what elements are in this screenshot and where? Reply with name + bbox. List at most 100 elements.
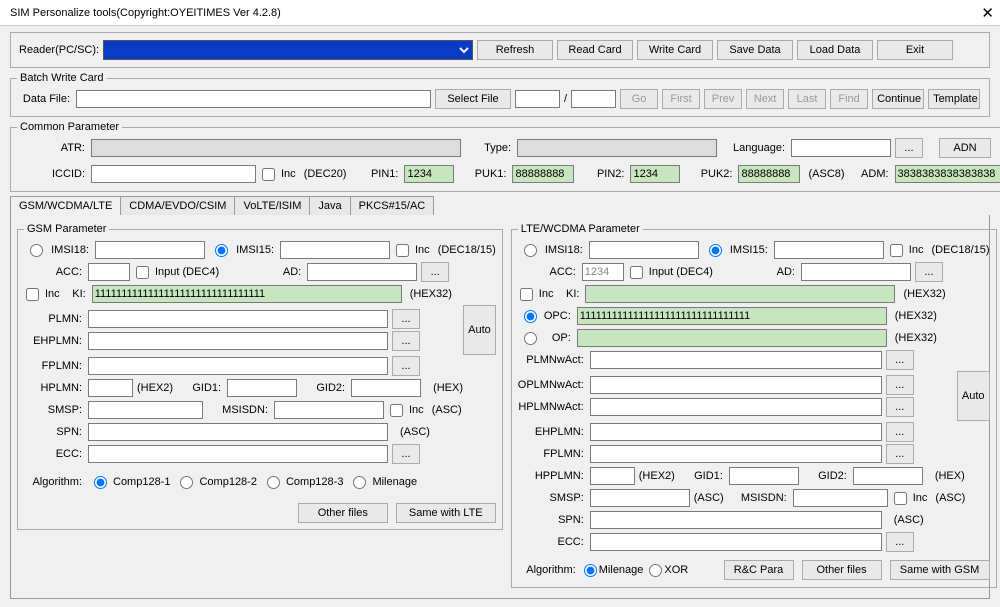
lte-other-files-button[interactable]: Other files: [802, 560, 882, 580]
lte-rc-para-button[interactable]: R&C Para: [724, 560, 794, 580]
lte-same-with-gsm-button[interactable]: Same with GSM: [890, 560, 990, 580]
go-button[interactable]: Go: [620, 89, 658, 109]
gsm-other-files-button[interactable]: Other files: [298, 503, 388, 523]
gsm-ad-input[interactable]: [307, 263, 417, 281]
lte-oplmnwact-dots-button[interactable]: ...: [886, 375, 914, 395]
lte-alg-milenage-radio[interactable]: [584, 564, 597, 577]
gsm-msisdn-input[interactable]: [274, 401, 384, 419]
puk2-input[interactable]: [738, 165, 800, 183]
lte-imsi-inc-checkbox[interactable]: [890, 244, 903, 257]
pin2-input[interactable]: [630, 165, 680, 183]
tab-volte-isim[interactable]: VoLTE/ISIM: [234, 196, 310, 215]
load-data-button[interactable]: Load Data: [797, 40, 873, 60]
lte-ki-input[interactable]: [585, 285, 895, 303]
gsm-imsi-inc-checkbox[interactable]: [396, 244, 409, 257]
exit-button[interactable]: Exit: [877, 40, 953, 60]
read-card-button[interactable]: Read Card: [557, 40, 633, 60]
gsm-imsi15-input[interactable]: [280, 241, 390, 259]
language-dots-button[interactable]: ...: [895, 138, 923, 158]
next-button[interactable]: Next: [746, 89, 784, 109]
gsm-imsi18-radio[interactable]: [30, 244, 43, 257]
data-file-input[interactable]: [76, 90, 431, 108]
reader-select[interactable]: [103, 40, 473, 60]
tab-java[interactable]: Java: [309, 196, 350, 215]
continue-button[interactable]: Continue: [872, 89, 924, 109]
gsm-plmn-dots-button[interactable]: ...: [392, 309, 420, 329]
tab-cdma-evdo-csim[interactable]: CDMA/EVDO/CSIM: [120, 196, 235, 215]
lte-auto-button[interactable]: Auto: [957, 371, 990, 421]
lte-fplmn-input[interactable]: [590, 445, 882, 463]
lte-ki-inc-checkbox[interactable]: [520, 288, 533, 301]
gsm-ehplmn-input[interactable]: [88, 332, 388, 350]
lte-spn-input[interactable]: [590, 511, 882, 529]
lte-oplmnwact-input[interactable]: [590, 376, 882, 394]
batch-pos-input[interactable]: [515, 90, 560, 108]
template-button[interactable]: Template: [928, 89, 980, 109]
puk1-input[interactable]: [512, 165, 574, 183]
gsm-same-with-lte-button[interactable]: Same with LTE: [396, 503, 496, 523]
lte-imsi18-radio[interactable]: [524, 244, 537, 257]
lte-input-dec4-checkbox[interactable]: [630, 266, 643, 279]
iccid-input[interactable]: [91, 165, 256, 183]
gsm-alg-comp128-2-radio[interactable]: [180, 476, 193, 489]
lte-imsi15-input[interactable]: [774, 241, 884, 259]
gsm-ki-input[interactable]: [92, 285, 402, 303]
tab-gsm-wcdma-lte[interactable]: GSM/WCDMA/LTE: [10, 196, 121, 215]
gsm-ad-dots-button[interactable]: ...: [421, 262, 449, 282]
adm-input[interactable]: [895, 165, 1000, 183]
lte-ad-dots-button[interactable]: ...: [915, 262, 943, 282]
lte-ehplmn-input[interactable]: [590, 423, 882, 441]
first-button[interactable]: First: [662, 89, 700, 109]
lte-op-radio[interactable]: [524, 332, 537, 345]
lte-imsi15-radio[interactable]: [709, 244, 722, 257]
gsm-spn-input[interactable]: [88, 423, 388, 441]
gsm-fplmn-input[interactable]: [88, 357, 388, 375]
lte-ecc-dots-button[interactable]: ...: [886, 532, 914, 552]
lte-opc-input[interactable]: [577, 307, 887, 325]
lte-plmnwact-input[interactable]: [590, 351, 882, 369]
adn-button[interactable]: ADN: [939, 138, 991, 158]
save-data-button[interactable]: Save Data: [717, 40, 793, 60]
gsm-plmn-input[interactable]: [88, 310, 388, 328]
gsm-hplmn-input[interactable]: [88, 379, 133, 397]
lte-gid2-input[interactable]: [853, 467, 923, 485]
gsm-auto-button[interactable]: Auto: [463, 305, 496, 355]
lte-plmnwact-dots-button[interactable]: ...: [886, 350, 914, 370]
gsm-ecc-input[interactable]: [88, 445, 388, 463]
iccid-inc-checkbox[interactable]: [262, 168, 275, 181]
find-button[interactable]: Find: [830, 89, 868, 109]
gsm-alg-comp128-3-radio[interactable]: [267, 476, 280, 489]
gsm-ki-inc-checkbox[interactable]: [26, 288, 39, 301]
language-input[interactable]: [791, 139, 891, 157]
pin1-input[interactable]: [404, 165, 454, 183]
close-icon[interactable]: ✕: [981, 4, 994, 22]
write-card-button[interactable]: Write Card: [637, 40, 713, 60]
lte-hplmnwact-dots-button[interactable]: ...: [886, 397, 914, 417]
last-button[interactable]: Last: [788, 89, 826, 109]
gsm-gid1-input[interactable]: [227, 379, 297, 397]
lte-op-input[interactable]: [577, 329, 887, 347]
gsm-alg-comp128-1-radio[interactable]: [94, 476, 107, 489]
gsm-fplmn-dots-button[interactable]: ...: [392, 356, 420, 376]
lte-gid1-input[interactable]: [729, 467, 799, 485]
gsm-msisdn-inc-checkbox[interactable]: [390, 404, 403, 417]
gsm-imsi15-radio[interactable]: [215, 244, 228, 257]
lte-msisdn-inc-checkbox[interactable]: [894, 492, 907, 505]
gsm-imsi18-input[interactable]: [95, 241, 205, 259]
lte-fplmn-dots-button[interactable]: ...: [886, 444, 914, 464]
batch-total-input[interactable]: [571, 90, 616, 108]
gsm-ehplmn-dots-button[interactable]: ...: [392, 331, 420, 351]
lte-smsp-input[interactable]: [590, 489, 690, 507]
select-file-button[interactable]: Select File: [435, 89, 511, 109]
gsm-gid2-input[interactable]: [351, 379, 421, 397]
lte-opc-radio[interactable]: [524, 310, 537, 323]
lte-ad-input[interactable]: [801, 263, 911, 281]
gsm-ecc-dots-button[interactable]: ...: [392, 444, 420, 464]
lte-imsi18-input[interactable]: [589, 241, 699, 259]
gsm-alg-milenage-radio[interactable]: [353, 476, 366, 489]
tab-pkcs15-ac[interactable]: PKCS#15/AC: [350, 196, 435, 215]
lte-acc-input[interactable]: [582, 263, 624, 281]
lte-msisdn-input[interactable]: [793, 489, 888, 507]
lte-ehplmn-dots-button[interactable]: ...: [886, 422, 914, 442]
lte-hplmnwact-input[interactable]: [590, 398, 882, 416]
